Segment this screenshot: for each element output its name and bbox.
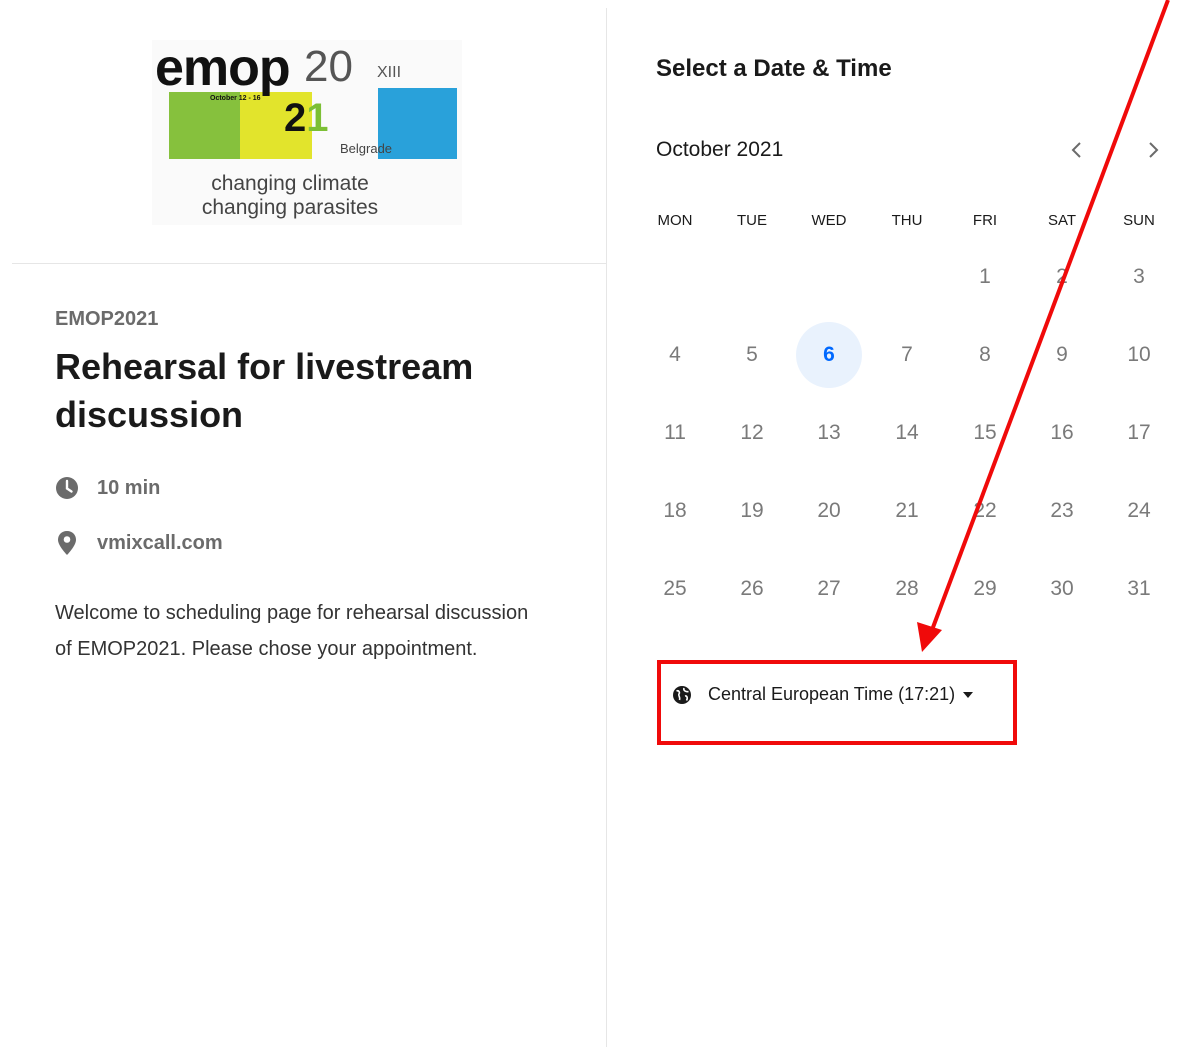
calendar-day: 13 — [817, 421, 841, 444]
logo-wordmark: emop — [155, 39, 291, 97]
calendar-day: 17 — [1127, 421, 1151, 444]
panel-divider — [606, 8, 607, 1047]
clock-icon — [56, 477, 78, 499]
weekday-wed: WED — [811, 212, 847, 229]
event-logo: emop October 12 - 16 20 XIII 21 Belgrade… — [152, 39, 462, 225]
event-duration: 10 min — [55, 476, 160, 500]
calendar-day: 2 — [1056, 265, 1068, 288]
calendar-day: 19 — [740, 499, 764, 522]
calendar-day: 14 — [895, 421, 919, 444]
calendar-day: 15 — [973, 421, 997, 444]
calendar-day: 7 — [901, 343, 913, 366]
calendar-day: 11 — [664, 421, 686, 444]
calendar-day: 8 — [979, 343, 991, 366]
calendar-day: 4 — [669, 343, 681, 366]
calendar-day: 18 — [663, 499, 687, 522]
logo-tagline-line1: changing climate — [211, 172, 369, 195]
logo-edition: XIII — [377, 64, 402, 81]
logo-year-bottom-b: 1 — [306, 96, 329, 140]
event-location: vmixcall.com — [55, 530, 223, 556]
annotation-highlight-box — [657, 660, 1017, 745]
calendar-day: 23 — [1050, 499, 1074, 522]
calendar-day: 1 — [979, 265, 991, 288]
calendar-heading: Select a Date & Time — [656, 55, 892, 82]
calendar-day: 9 — [1056, 343, 1068, 366]
calendar-day: 25 — [663, 577, 687, 600]
calendar-day: 27 — [817, 577, 841, 600]
location-text: vmixcall.com — [97, 531, 223, 554]
calendar-day: 5 — [746, 343, 758, 366]
logo-year-top: 20 — [304, 42, 353, 91]
previous-month-button[interactable] — [1061, 134, 1093, 166]
logo-tagline-line2: changing parasites — [201, 196, 379, 219]
duration-text: 10 min — [97, 476, 161, 499]
chevron-left-icon — [1071, 142, 1081, 158]
weekday-mon: MON — [657, 212, 693, 229]
organizer-name: EMOP2021 — [55, 308, 159, 330]
calendar-day: 24 — [1127, 499, 1151, 522]
weekday-thu: THU — [891, 212, 923, 229]
calendar-day: 20 — [817, 499, 841, 522]
logo-year-bottom-a: 2 — [284, 96, 307, 140]
logo-dates: October 12 - 16 — [210, 95, 261, 102]
event-description: Welcome to scheduling page for rehearsal… — [55, 602, 529, 660]
calendar-day: 31 — [1127, 577, 1151, 600]
logo-divider — [12, 263, 606, 264]
calendar-day: 22 — [973, 499, 997, 522]
calendar-day-selected[interactable]: 6 — [796, 322, 862, 388]
weekday-sun: SUN — [1123, 212, 1155, 229]
calendar-day: 30 — [1050, 577, 1074, 600]
event-title: Rehearsal for livestream discussion — [55, 346, 474, 435]
logo-year-bottom: 21 — [284, 96, 329, 140]
next-month-button[interactable] — [1137, 134, 1169, 166]
calendar-day: 26 — [740, 577, 764, 600]
calendar-day: 3 — [1133, 265, 1145, 288]
logo-city: Belgrade — [340, 141, 393, 156]
chevron-right-icon — [1149, 142, 1159, 158]
calendar-day: 10 — [1127, 343, 1151, 366]
weekday-tue: TUE — [737, 212, 767, 229]
map-pin-icon — [58, 531, 76, 555]
logo-green-block — [169, 92, 240, 159]
calendar-day: 16 — [1050, 421, 1074, 444]
calendar-day: 12 — [740, 421, 764, 444]
calendar-day: 29 — [973, 577, 997, 600]
month-label: October 2021 — [656, 138, 784, 161]
weekday-fri: FRI — [972, 212, 998, 229]
event-details-panel: emop October 12 - 16 20 XIII 21 Belgrade… — [0, 0, 606, 1047]
weekday-sat: SAT — [1047, 212, 1077, 229]
calendar-day: 21 — [895, 499, 919, 522]
calendar-day: 28 — [895, 577, 919, 600]
